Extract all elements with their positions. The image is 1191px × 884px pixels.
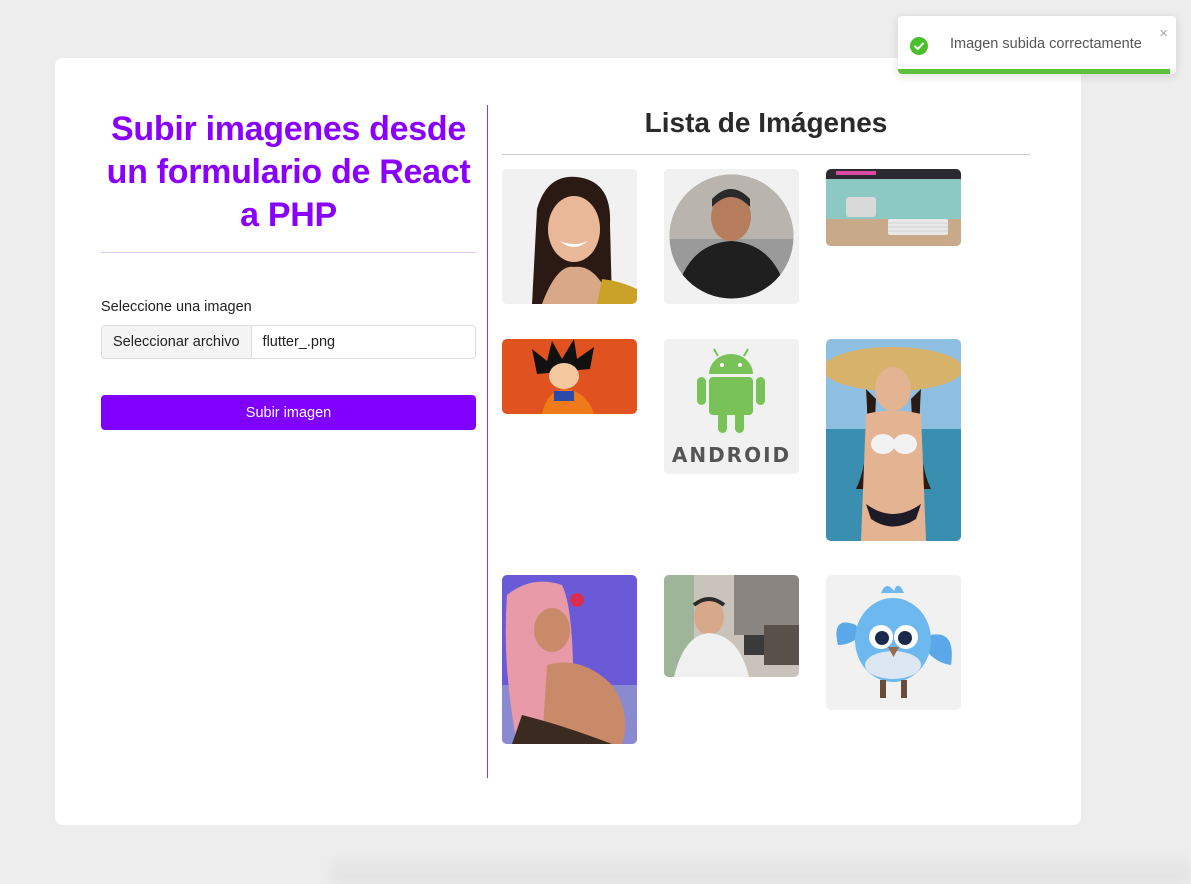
main-card: Subir imagenes desde un formulario de Re… bbox=[55, 58, 1081, 825]
beach-woman-image bbox=[826, 339, 961, 541]
image-thumb-4[interactable] bbox=[502, 339, 637, 414]
pink-hair-woman-image bbox=[502, 575, 637, 744]
list-divider bbox=[502, 154, 1030, 155]
image-thumb-3[interactable] bbox=[826, 169, 961, 246]
file-field-label: Seleccione una imagen bbox=[101, 299, 252, 315]
selected-file-name: flutter_.png bbox=[262, 334, 336, 350]
man-selfie-image bbox=[664, 575, 799, 677]
image-thumb-8[interactable] bbox=[664, 575, 799, 677]
toast-progress-bar bbox=[898, 69, 1171, 74]
check-circle-icon bbox=[910, 37, 928, 55]
image-thumb-2[interactable] bbox=[664, 169, 799, 304]
file-input[interactable]: Seleccionar archivo flutter_.png bbox=[101, 325, 476, 359]
column-divider bbox=[487, 105, 488, 778]
close-icon[interactable]: × bbox=[1159, 26, 1168, 41]
image-thumb-5[interactable]: ANDROID bbox=[664, 339, 799, 474]
image-thumb-9[interactable] bbox=[826, 575, 961, 710]
upload-button[interactable]: Subir imagen bbox=[101, 395, 476, 430]
success-toast: Imagen subida correctamente × bbox=[898, 16, 1176, 74]
image-thumb-7[interactable] bbox=[502, 575, 637, 744]
man-avatar-image bbox=[664, 169, 799, 304]
image-list-title: Lista de Imágenes bbox=[644, 107, 888, 138]
computer-desk-image bbox=[826, 169, 961, 246]
image-thumb-1[interactable] bbox=[502, 169, 637, 304]
title-divider bbox=[101, 252, 476, 253]
bottom-shadow bbox=[330, 850, 1191, 884]
page-title: Subir imagenes desde un formulario de Re… bbox=[106, 110, 471, 234]
choose-file-button[interactable]: Seleccionar archivo bbox=[102, 326, 252, 358]
svg-text:ANDROID: ANDROID bbox=[672, 443, 791, 467]
woman-portrait-image bbox=[502, 169, 637, 304]
image-thumb-6[interactable] bbox=[826, 339, 961, 541]
upload-form: Subir imagenes desde un formulario de Re… bbox=[101, 58, 476, 430]
goku-image bbox=[502, 339, 637, 414]
android-logo-image: ANDROID bbox=[664, 339, 799, 474]
blue-bird-image bbox=[826, 575, 961, 710]
toast-message: Imagen subida correctamente bbox=[950, 36, 1142, 52]
